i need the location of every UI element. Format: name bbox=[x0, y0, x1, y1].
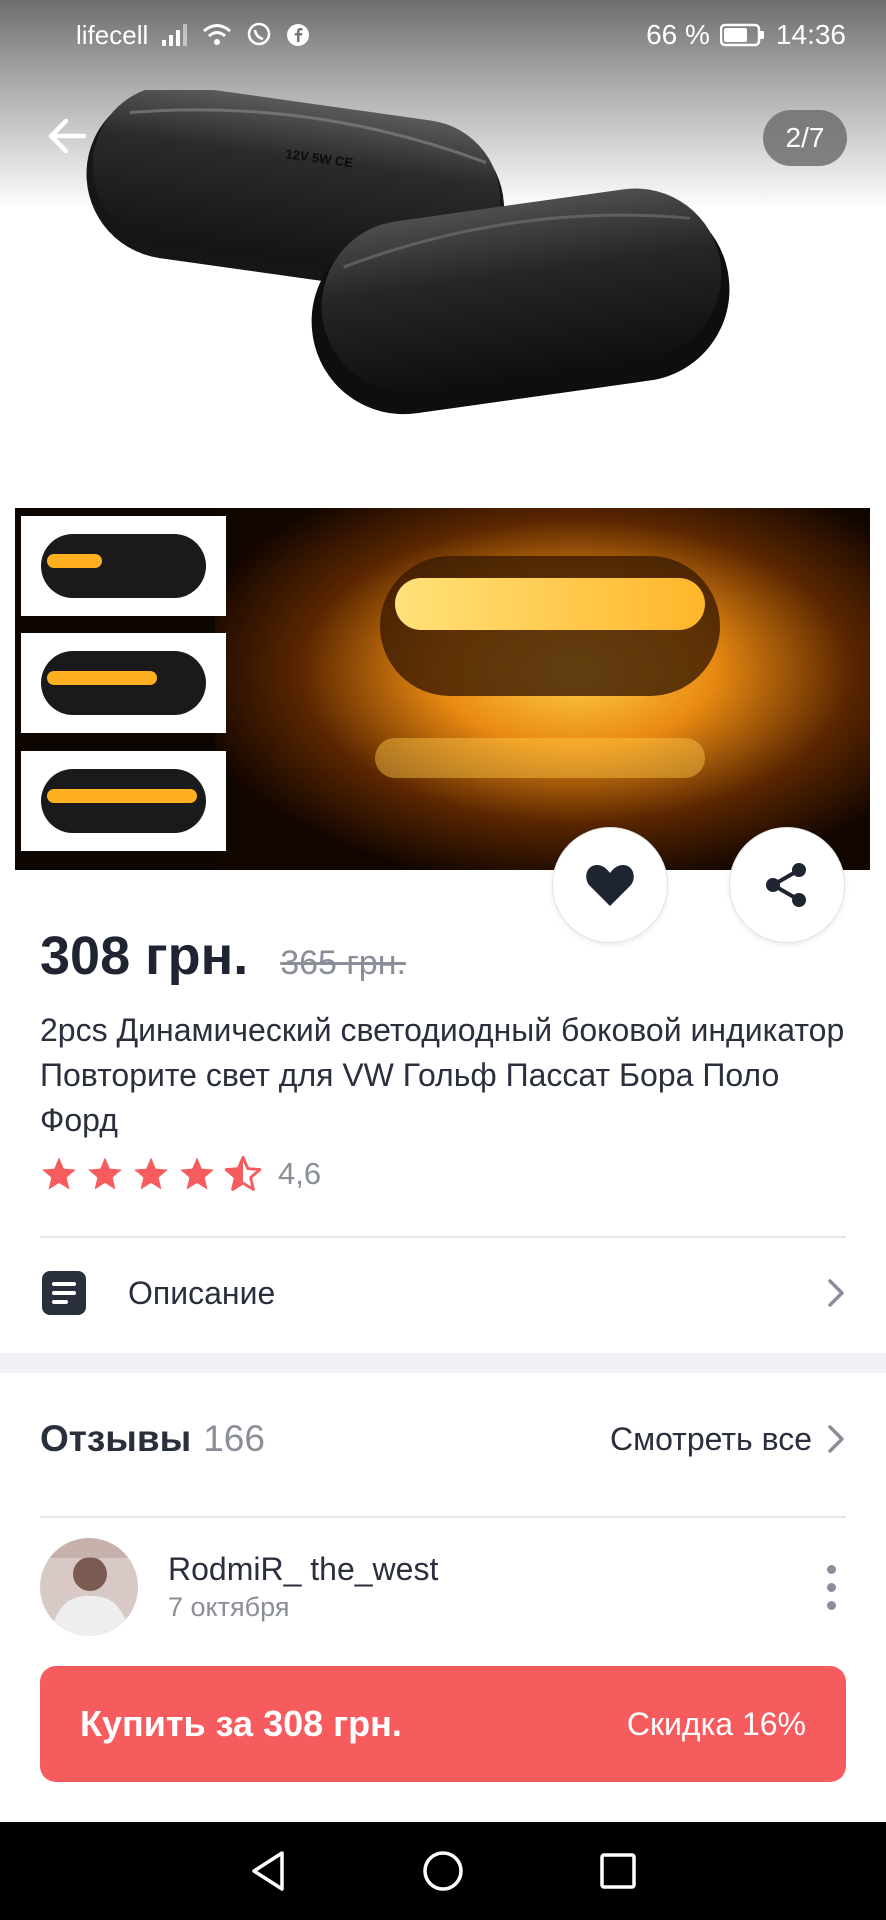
kebab-dot bbox=[826, 1600, 836, 1610]
led-photo bbox=[15, 508, 870, 870]
reviews-header: Отзывы 166 Смотреть все bbox=[40, 1418, 846, 1460]
review-date: 7 октября bbox=[168, 1592, 290, 1622]
share-icon bbox=[766, 863, 806, 907]
review-username: RodmiR_ the_west bbox=[168, 1551, 439, 1587]
image-counter: 2/7 bbox=[763, 110, 847, 166]
half-star-icon bbox=[224, 1155, 262, 1191]
product-title: 2pcs Динамический светодиодный боковой и… bbox=[40, 1012, 845, 1138]
buy-label: Купить за 308 грн. bbox=[80, 1703, 402, 1744]
kebab-dot bbox=[826, 1582, 836, 1592]
kebab-dot bbox=[826, 1564, 836, 1574]
share-button[interactable] bbox=[729, 827, 845, 943]
buy-button[interactable]: Купить за 308 грн. Скидка 16% bbox=[40, 1666, 846, 1782]
star-icon bbox=[88, 1157, 122, 1190]
description-row[interactable]: Описание bbox=[40, 1258, 846, 1328]
current-price: 308 грн. bbox=[40, 926, 249, 986]
favorite-button[interactable] bbox=[552, 827, 668, 943]
reviews-title: Отзывы bbox=[40, 1418, 192, 1459]
nav-back-button[interactable] bbox=[238, 1841, 298, 1901]
product-gallery[interactable]: 12V 5W CE lifecell 66 % 14:36 2/7 bbox=[0, 0, 886, 874]
description-label: Описание bbox=[128, 1274, 276, 1311]
viber-icon bbox=[246, 22, 272, 48]
thumbnail-strip bbox=[21, 516, 226, 851]
nav-home-button[interactable] bbox=[413, 1841, 473, 1901]
wifi-icon bbox=[202, 23, 232, 47]
discount-label: Скидка 16% bbox=[626, 1705, 806, 1742]
star-icon bbox=[180, 1157, 214, 1190]
chevron-right-icon bbox=[828, 1279, 844, 1307]
document-icon bbox=[42, 1271, 86, 1315]
reviews-count: 166 bbox=[203, 1418, 265, 1459]
star-icon bbox=[42, 1157, 76, 1190]
old-price: 365 грн. bbox=[280, 944, 406, 982]
circle-home-icon bbox=[423, 1851, 463, 1891]
facebook-icon bbox=[286, 23, 310, 47]
carrier-name: lifecell bbox=[76, 19, 149, 50]
nav-recents-button[interactable] bbox=[588, 1841, 648, 1901]
divider bbox=[40, 1516, 846, 1518]
more-options-button[interactable] bbox=[816, 1557, 846, 1617]
square-recents-icon bbox=[600, 1853, 637, 1889]
system-nav-bar bbox=[0, 1822, 886, 1920]
arrow-left-icon bbox=[48, 118, 87, 154]
section-separator bbox=[0, 1353, 886, 1373]
product-photo: 12V 5W CE bbox=[86, 90, 730, 415]
battery-icon bbox=[719, 23, 766, 47]
triangle-back-icon bbox=[251, 1851, 284, 1891]
chevron-right-icon bbox=[828, 1425, 844, 1453]
star-icon bbox=[134, 1157, 168, 1190]
battery-percent: 66 % bbox=[646, 19, 710, 50]
divider bbox=[40, 1236, 846, 1238]
see-all-reviews-link[interactable]: Смотреть все bbox=[610, 1421, 846, 1458]
heart-icon bbox=[586, 865, 634, 906]
status-bar: lifecell 66 % 14:36 bbox=[0, 0, 886, 70]
avatar[interactable] bbox=[40, 1538, 138, 1636]
signal-icon bbox=[162, 24, 188, 46]
back-button[interactable] bbox=[40, 108, 96, 164]
review-item: RodmiR_ the_west 7 октября bbox=[40, 1537, 846, 1637]
rating-value: 4,6 bbox=[278, 1156, 322, 1191]
see-all-label: Смотреть все bbox=[609, 1420, 812, 1457]
clock: 14:36 bbox=[775, 19, 846, 50]
rating[interactable]: 4,6 bbox=[40, 1155, 321, 1193]
price-row: 308 грн. 365 грн. bbox=[40, 925, 406, 987]
